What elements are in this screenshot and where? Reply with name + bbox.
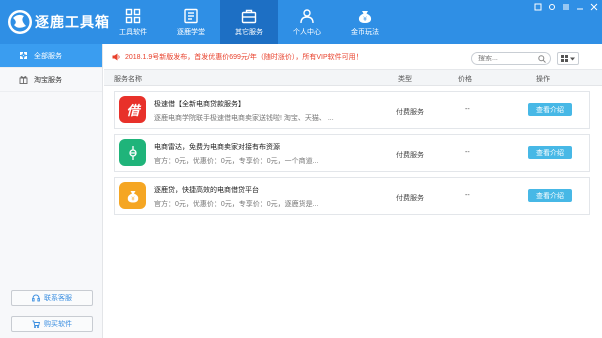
table-row: 电商雷达，免费为电商卖家对接有布资源 官方：0元，优惠价：0元，专享价：0元，一…: [114, 134, 590, 172]
svg-text:¥: ¥: [363, 16, 367, 23]
loan-red-icon: 借: [119, 96, 146, 123]
skin-icon[interactable]: [534, 3, 542, 11]
table-header: 服务名称 类型 价格 操作: [104, 70, 602, 86]
column-header-action: 操作: [536, 76, 550, 83]
row-price: --: [465, 106, 470, 113]
caret-down-icon: [570, 57, 575, 60]
nav-academy[interactable]: 逐鹿学堂: [162, 0, 220, 44]
nav-gold-coins[interactable]: ¥ 金币玩法: [336, 0, 394, 44]
row-price: --: [465, 149, 470, 156]
cart-icon: [32, 320, 40, 328]
row-title: 电商雷达，免费为电商卖家对接有布资源: [154, 144, 280, 151]
contact-support-button[interactable]: 联系客服: [11, 290, 93, 306]
buy-software-label: 购买软件: [44, 321, 72, 328]
search-icon[interactable]: [538, 55, 546, 63]
notice-text: 2018.1.9号新版发布，首发优惠价699元/年（随时涨价），所有VIP软件可…: [125, 53, 363, 61]
column-header-type: 类型: [398, 76, 412, 83]
apps-grid-icon: [125, 8, 141, 23]
svg-text:¥: ¥: [131, 196, 135, 202]
grid-view-icon: [561, 55, 568, 62]
buy-software-button[interactable]: 购买软件: [11, 316, 93, 332]
close-icon[interactable]: [590, 3, 598, 11]
row-title: 逐鹿贷，快捷高效的电商借贷平台: [154, 187, 259, 194]
menu-icon[interactable]: [562, 3, 570, 11]
view-mode-dropdown[interactable]: [557, 52, 579, 65]
column-header-name: 服务名称: [114, 76, 142, 83]
puzzle-icon: [18, 51, 28, 61]
row-title: 极速借【全新电商贷款服务】: [154, 101, 245, 108]
contact-support-label: 联系客服: [44, 295, 72, 302]
speaker-icon: [112, 53, 120, 60]
gift-icon: [18, 75, 28, 85]
nav-label: 金币玩法: [351, 28, 379, 36]
sidebar-item-taobao[interactable]: 淘宝服务: [0, 68, 102, 92]
settings-icon[interactable]: [548, 3, 556, 11]
minimize-icon[interactable]: [576, 3, 584, 11]
main-nav: 工具软件 逐鹿学堂 其它服务 个人中心 ¥ 金币玩法: [104, 0, 394, 44]
headset-icon: [32, 294, 40, 302]
sidebar: 全部服务 淘宝服务 联系客服 购买软件: [0, 44, 103, 338]
window-controls: [534, 3, 598, 11]
row-type: 付费服务: [396, 109, 424, 116]
nav-tools[interactable]: 工具软件: [104, 0, 162, 44]
row-price: --: [465, 192, 470, 199]
money-bag-icon: ¥: [358, 10, 372, 23]
app-title: 逐鹿工具箱: [35, 15, 110, 31]
svg-text:借: 借: [126, 103, 141, 119]
view-details-button[interactable]: 查看介绍: [528, 189, 572, 202]
app-logo: [6, 6, 34, 38]
nav-label: 逐鹿学堂: [177, 28, 205, 36]
table-row: ¥ 逐鹿贷，快捷高效的电商借贷平台 官方：0元，优惠价：0元，专享价：0元，逐鹿…: [114, 177, 590, 215]
search-box: [471, 52, 551, 65]
moneybag-orange-icon: ¥: [119, 182, 146, 209]
sidebar-item-label: 全部服务: [34, 52, 62, 60]
view-details-button[interactable]: 查看介绍: [528, 146, 572, 159]
nav-personal-center[interactable]: 个人中心: [278, 0, 336, 44]
top-header: 逐鹿工具箱 工具软件 逐鹿学堂 其它服务 个人中心 ¥ 金币玩法: [0, 0, 602, 44]
column-header-price: 价格: [458, 76, 472, 83]
sidebar-item-all-services[interactable]: 全部服务: [0, 44, 102, 68]
nav-label: 个人中心: [293, 28, 321, 36]
briefcase-icon: [241, 9, 257, 23]
nav-other-services[interactable]: 其它服务: [220, 0, 278, 44]
book-icon: [184, 8, 198, 23]
radar-green-icon: [119, 139, 146, 166]
nav-label: 工具软件: [119, 28, 147, 36]
row-type: 付费服务: [396, 195, 424, 202]
user-icon: [300, 8, 314, 23]
view-details-button[interactable]: 查看介绍: [528, 103, 572, 116]
sidebar-item-label: 淘宝服务: [34, 76, 62, 84]
search-input[interactable]: [478, 55, 538, 62]
row-description: 官方：0元，优惠价：0元，专享价：0元，逐鹿货是...: [154, 201, 319, 208]
nav-label: 其它服务: [235, 28, 263, 36]
row-description: 官方：0元，优惠价：0元，专享价：0元，一个商道...: [154, 158, 319, 165]
row-type: 付费服务: [396, 152, 424, 159]
table-row: 借 极速借【全新电商贷款服务】 逐鹿电商学院联手极速借电商卖家送钱啦! 淘宝、天…: [114, 91, 590, 129]
row-description: 逐鹿电商学院联手极速借电商卖家送钱啦! 淘宝、天猫、 ...: [154, 115, 334, 122]
